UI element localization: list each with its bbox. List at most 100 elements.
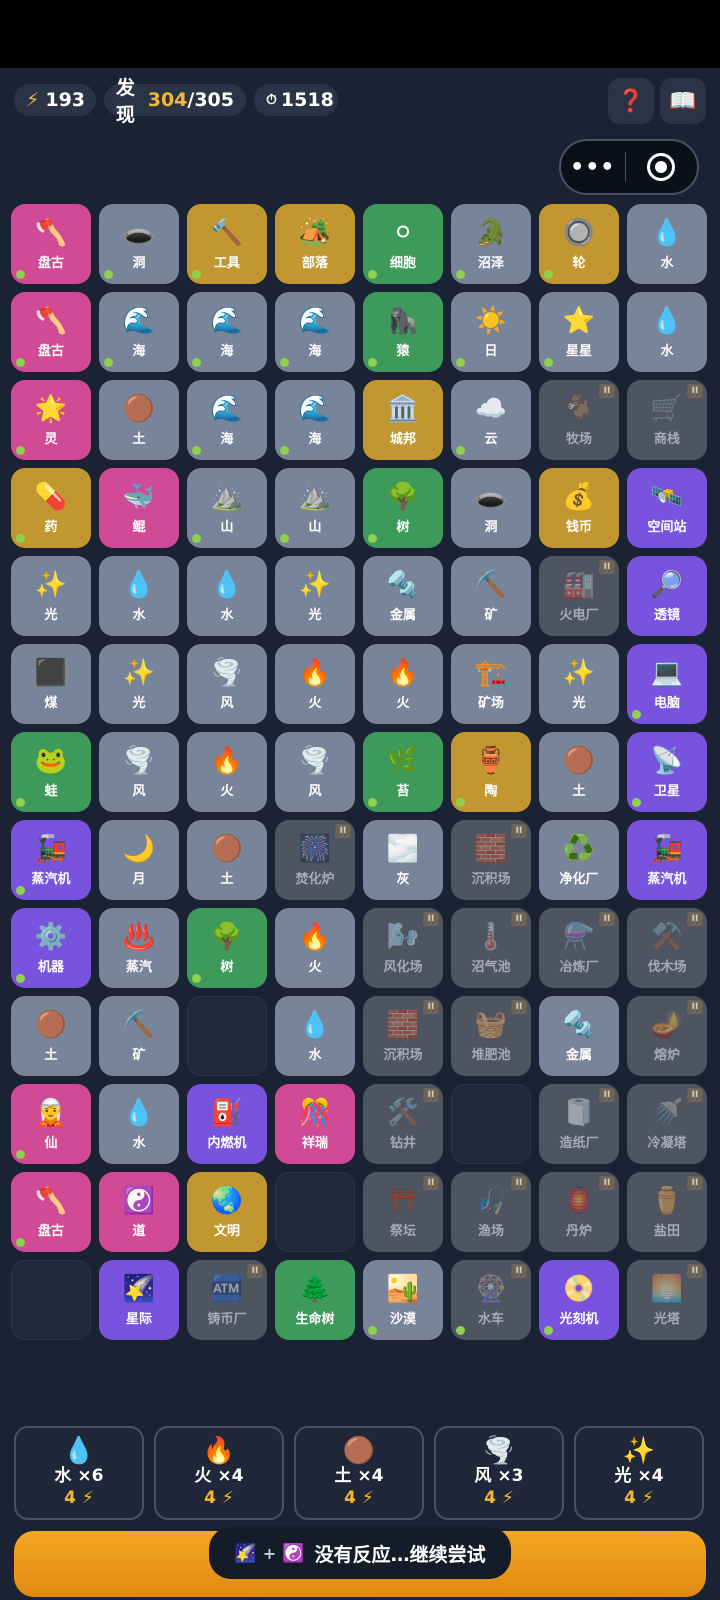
element-tile[interactable]: ♨️ 蒸汽 (99, 908, 179, 988)
element-tile[interactable]: 💧 水 (187, 556, 267, 636)
element-tile[interactable]: 🧺 堆肥池 II (451, 996, 531, 1076)
element-tile[interactable]: 🌬️ 风化场 II (363, 908, 443, 988)
resource-fire-button[interactable]: 🔥 火 ×4 4 ⚡ (154, 1426, 284, 1520)
element-tile[interactable]: 🟤 土 (99, 380, 179, 460)
element-tile[interactable]: 🐊 沼泽 (451, 204, 531, 284)
element-tile[interactable]: 🔎 透镜 (627, 556, 707, 636)
resource-light-button[interactable]: ✨ 光 ×4 4 ⚡ (574, 1426, 704, 1520)
element-tile[interactable]: ⚒️ 伐木场 II (627, 908, 707, 988)
element-tile[interactable]: 🏮 丹炉 II (539, 1172, 619, 1252)
element-tile[interactable]: 🌊 海 (275, 380, 355, 460)
empty-slot[interactable] (275, 1172, 355, 1252)
element-tile[interactable]: ⬛ 煤 (11, 644, 91, 724)
element-tile[interactable]: 🔘 轮 (539, 204, 619, 284)
element-tile[interactable]: 🌳 树 (187, 908, 267, 988)
element-tile[interactable]: ⚪ 细胞 (363, 204, 443, 284)
element-tile[interactable]: 🌪️ 风 (99, 732, 179, 812)
element-tile[interactable]: 🛰️ 空间站 (627, 468, 707, 548)
element-tile[interactable]: ⚗️ 冶炼厂 II (539, 908, 619, 988)
element-tile[interactable]: 🧝 仙 (11, 1084, 91, 1164)
element-tile[interactable]: 🏭 火电厂 II (539, 556, 619, 636)
element-tile[interactable]: 🚂 蒸汽机 (11, 820, 91, 900)
empty-slot[interactable] (187, 996, 267, 1076)
element-tile[interactable]: 💧 水 (99, 556, 179, 636)
recipe-book-button[interactable]: 📖 (660, 78, 706, 124)
element-tile[interactable]: 🕳️ 洞 (451, 468, 531, 548)
element-tile[interactable]: 🔥 火 (275, 908, 355, 988)
element-tile[interactable]: ⛩️ 祭坛 II (363, 1172, 443, 1252)
resource-earth-button[interactable]: 🟤 土 ×4 4 ⚡ (294, 1426, 424, 1520)
element-tile[interactable]: ⛽ 内燃机 (187, 1084, 267, 1164)
element-tile[interactable]: 💧 水 (275, 996, 355, 1076)
element-tile[interactable]: 💻 电脑 (627, 644, 707, 724)
element-tile[interactable]: 🔥 火 (187, 732, 267, 812)
element-tile[interactable]: 🌊 海 (187, 292, 267, 372)
element-tile[interactable]: 🌊 海 (99, 292, 179, 372)
element-tile[interactable]: ⛏️ 矿 (99, 996, 179, 1076)
element-tile[interactable]: ☁️ 云 (451, 380, 531, 460)
element-tile[interactable]: 🪔 熔炉 II (627, 996, 707, 1076)
element-tile[interactable]: 🔥 火 (363, 644, 443, 724)
element-tile[interactable]: 🟤 土 (187, 820, 267, 900)
resource-wind-button[interactable]: 🌪️ 风 ×3 4 ⚡ (434, 1426, 564, 1520)
element-tile[interactable]: 🌲 生命树 (275, 1260, 355, 1340)
element-tile[interactable]: ⛰️ 山 (275, 468, 355, 548)
element-tile[interactable]: 🏛️ 城邦 (363, 380, 443, 460)
element-tile[interactable]: 🟤 土 (11, 996, 91, 1076)
element-tile[interactable]: 🌪️ 风 (187, 644, 267, 724)
help-button[interactable]: ❓ (608, 78, 654, 124)
empty-slot[interactable] (11, 1260, 91, 1340)
element-tile[interactable]: 🟤 土 (539, 732, 619, 812)
element-tile[interactable]: 🕳️ 洞 (99, 204, 179, 284)
element-tile[interactable]: 🌟 灵 (11, 380, 91, 460)
element-tile[interactable]: 🚂 蒸汽机 (627, 820, 707, 900)
element-tile[interactable]: 🏕️ 部落 (275, 204, 355, 284)
element-tile[interactable]: 🐐 牧场 II (539, 380, 619, 460)
element-tile[interactable]: 🪓 盘古 (11, 204, 91, 284)
element-tile[interactable]: 🏜️ 沙漠 (363, 1260, 443, 1340)
element-tile[interactable]: 🌿 苔 (363, 732, 443, 812)
element-tile[interactable]: ☯️ 道 (99, 1172, 179, 1252)
element-tile[interactable]: ⚙️ 机器 (11, 908, 91, 988)
element-tile[interactable]: 🎡 水车 II (451, 1260, 531, 1340)
element-tile[interactable]: ✨ 光 (99, 644, 179, 724)
element-tile[interactable]: ✨ 光 (539, 644, 619, 724)
element-tile[interactable]: 🐸 蛙 (11, 732, 91, 812)
element-tile[interactable]: 🐳 鲲 (99, 468, 179, 548)
element-tile[interactable]: 🧱 沉积场 II (363, 996, 443, 1076)
element-tile[interactable]: 🪓 盘古 (11, 1172, 91, 1252)
element-tile[interactable]: ⛰️ 山 (187, 468, 267, 548)
element-tile[interactable]: ✨ 光 (11, 556, 91, 636)
element-tile[interactable]: 📀 光刻机 (539, 1260, 619, 1340)
element-tile[interactable]: 🔩 金属 (363, 556, 443, 636)
element-tile[interactable]: 🌙 月 (99, 820, 179, 900)
element-tile[interactable]: 🎣 渔场 II (451, 1172, 531, 1252)
element-tile[interactable]: 🦍 猿 (363, 292, 443, 372)
element-tile[interactable]: 🌡️ 沼气池 II (451, 908, 531, 988)
element-tile[interactable]: 🎆 焚化炉 II (275, 820, 355, 900)
element-tile[interactable]: 🛒 商栈 II (627, 380, 707, 460)
element-tile[interactable]: ⭐ 星星 (539, 292, 619, 372)
element-tile[interactable]: 💧 水 (627, 292, 707, 372)
element-tile[interactable]: 🎊 祥瑞 (275, 1084, 355, 1164)
element-tile[interactable]: 🧻 造纸厂 II (539, 1084, 619, 1164)
element-tile[interactable]: ✨ 光 (275, 556, 355, 636)
more-menu-button[interactable]: ••• (561, 155, 625, 180)
element-tile[interactable]: 🌊 海 (187, 380, 267, 460)
element-tile[interactable]: 🚿 冷凝塔 II (627, 1084, 707, 1164)
element-tile[interactable]: 🌫️ 灰 (363, 820, 443, 900)
element-tile[interactable]: 🌊 海 (275, 292, 355, 372)
empty-slot[interactable] (451, 1084, 531, 1164)
element-tile[interactable]: 💊 药 (11, 468, 91, 548)
element-tile[interactable]: 🌪️ 风 (275, 732, 355, 812)
element-tile[interactable]: 💰 钱币 (539, 468, 619, 548)
element-tile[interactable]: ⛏️ 矿 (451, 556, 531, 636)
element-tile[interactable]: 🔥 火 (275, 644, 355, 724)
resource-water-button[interactable]: 💧 水 ×6 4 ⚡ (14, 1426, 144, 1520)
element-tile[interactable]: 🔩 金属 (539, 996, 619, 1076)
element-tile[interactable]: ☀️ 日 (451, 292, 531, 372)
element-tile[interactable]: ♻️ 净化厂 (539, 820, 619, 900)
element-tile[interactable]: 📡 卫星 (627, 732, 707, 812)
element-tile[interactable]: ⚱️ 盐田 II (627, 1172, 707, 1252)
element-tile[interactable]: 🏺 陶 (451, 732, 531, 812)
